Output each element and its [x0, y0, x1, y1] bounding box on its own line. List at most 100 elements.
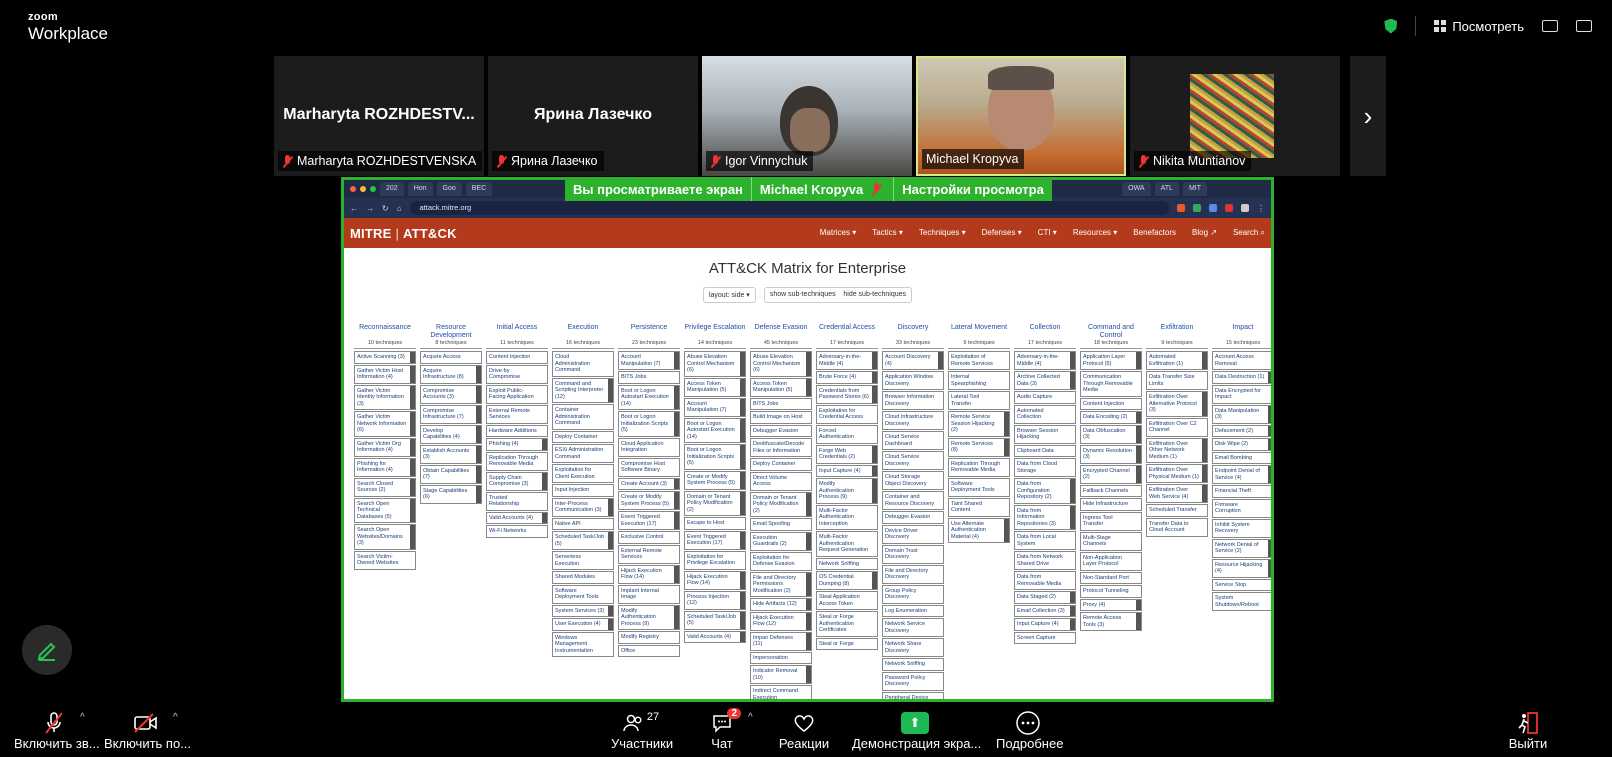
participant-name: Nikita Muntianov [1153, 154, 1246, 168]
technique-cell: Gather Victim Network Information (6) [354, 411, 416, 437]
view-button[interactable]: Посмотреть [1434, 19, 1524, 34]
technique-cell: Forge Web Credentials (2) [816, 444, 878, 464]
technique-cell: Abuse Elevation Control Mechanism (6) [750, 351, 812, 377]
technique-cell: Data Destruction (1) [1212, 371, 1271, 384]
presenter-name: Michael Kropyva [759, 181, 864, 197]
top-bar: zoom Workplace Посмотреть [0, 0, 1612, 52]
tactic-name: Execution [567, 324, 599, 331]
technique-cell: Stage Capabilities (6) [420, 484, 482, 504]
reactions-button-label: Реакции [778, 736, 830, 751]
technique-cell: Impair Defenses (11) [750, 631, 812, 651]
participant-video-tile[interactable]: Igor Vinnychuk [702, 56, 912, 176]
more-button[interactable]: Подробнее [996, 710, 1064, 751]
leave-button[interactable]: Выйти [1508, 710, 1548, 751]
more-button-label: Подробнее [996, 736, 1064, 751]
video-options-caret-icon[interactable]: ^ [173, 712, 178, 723]
nav-item: CTI ▾ [1037, 228, 1057, 237]
technique-cell: Disk Wipe (2) [1212, 438, 1271, 451]
technique-cell: Steal or Forge [816, 637, 878, 650]
mitre-logo: MITRE | ATT&CK [350, 226, 457, 241]
tactic-technique-count: 10 techniques [354, 340, 416, 349]
chat-button[interactable]: 2 Чат [707, 708, 741, 751]
technique-cell: Email Spoofing [750, 518, 812, 531]
share-screen-icon: ⬆ [901, 712, 929, 734]
technique-cell: Hijack Execution Flow (14) [684, 570, 746, 590]
technique-cell: Network Sniffing [816, 557, 878, 570]
nav-item: Benefactors [1133, 228, 1176, 237]
technique-cell: Steal or Forge Authentication Certificat… [816, 611, 878, 637]
view-options-button[interactable]: Настройки просмотра [894, 182, 1052, 197]
technique-cell: Transfer Data to Cloud Account [1146, 517, 1208, 537]
mic-muted-icon [45, 712, 63, 734]
tactic-name: Collection [1029, 324, 1061, 331]
share-banner: Вы просматриваете экран Michael Kropyva … [565, 177, 1052, 201]
technique-cell: Create or Modify System Process (5) [684, 470, 746, 490]
shared-screen[interactable]: 202 Hon Goo BEC OWA ATL MIT ← → ↻ ⌂ atta… [341, 177, 1274, 702]
technique-cell: Input Capture (4) [1014, 618, 1076, 631]
tactic-column: Discovery 33 techniques Account Discovery … [882, 324, 944, 699]
share-screen-button[interactable]: ⬆ Демонстрация экра... [852, 710, 981, 751]
technique-cell: Account Access Removal [1212, 351, 1271, 370]
participant-tile[interactable]: Marharyta ROZHDESTV... Marharyta ROZHDES… [274, 56, 484, 176]
technique-cell: Search Open Technical Databases (5) [354, 497, 416, 523]
browser-tab: Goo [436, 182, 462, 196]
mic-muted-icon [282, 154, 293, 168]
back-icon: ← [350, 203, 358, 213]
tactic-name: Impact [1232, 324, 1254, 331]
window-close-icon [350, 186, 356, 192]
avatar [1190, 74, 1274, 158]
technique-cell: Data from Local System [1014, 531, 1076, 550]
forward-icon: → [366, 203, 374, 213]
tactic-column: Reconnaissance 10 techniques Active Scanni… [354, 324, 416, 699]
technique-cell: Software Deployment Tools [552, 584, 614, 604]
technique-cell: Log Enumeration [882, 604, 944, 617]
tactic-column: Collection 17 techniques Adversary-in-the-… [1014, 324, 1076, 699]
tactic-column: Execution 16 techniques Cloud Administrati… [552, 324, 614, 699]
technique-cell: Data Encoding (2) [1080, 411, 1142, 424]
technique-cell: Browser Session Hijacking [1014, 424, 1076, 444]
tactic-technique-count: 45 techniques [750, 340, 812, 349]
technique-cell: Access Token Manipulation (5) [750, 377, 812, 397]
technique-cell: Data from Cloud Storage [1014, 458, 1076, 477]
technique-cell: Cloud Service Dashboard [882, 431, 944, 450]
technique-cell: Network Denial of Service (2) [1212, 538, 1271, 558]
technique-cell: Search Closed Sources (2) [354, 477, 416, 497]
chat-unread-badge: 2 [727, 708, 741, 719]
technique-cell: Event Triggered Execution (17) [618, 511, 680, 530]
technique-cell: Cloud Administration Command [552, 351, 614, 377]
technique-cell: Exploitation for Client Execution [552, 464, 614, 483]
participants-button[interactable]: 27 Участники [611, 710, 673, 751]
extension-icon [1241, 204, 1249, 212]
leave-button-label: Выйти [1508, 736, 1548, 751]
participant-name: Igor Vinnychuk [725, 154, 808, 168]
next-page-chevron-icon[interactable]: › [1350, 56, 1386, 176]
active-speaker-tile[interactable]: Michael Kropyva [916, 56, 1126, 176]
technique-cell: Data Staged (2) [1014, 591, 1076, 604]
picture-in-picture-icon[interactable] [1542, 20, 1558, 32]
nav-item: Search ⌕ [1232, 228, 1265, 237]
technique-cell: Non-Standard Port [1080, 571, 1142, 584]
fullscreen-icon[interactable] [1576, 20, 1592, 32]
technique-cell: Multi-Factor Authentication Interception [816, 504, 878, 530]
meeting-toolbar: Включить зв... ^ Включить по... ^ 27 Уча… [0, 704, 1612, 757]
audio-options-caret-icon[interactable]: ^ [80, 712, 85, 723]
participant-tile[interactable]: Nikita Muntianov [1130, 56, 1340, 176]
technique-cell: Scheduled Task/Job (5) [552, 531, 614, 550]
technique-cell: Multi-Factor Authentication Request Gene… [816, 531, 878, 557]
divider [1415, 16, 1417, 36]
participant-tile[interactable]: Ярина Лазечко Ярина Лазечко [488, 56, 698, 176]
chat-options-caret-icon[interactable]: ^ [748, 712, 753, 723]
browser-tab: OWA [1122, 182, 1151, 196]
technique-cell: Account Manipulation (7) [618, 351, 680, 370]
tactic-technique-count: 16 techniques [552, 340, 614, 349]
viewing-screen-label: Вы просматриваете экран [573, 181, 743, 197]
reactions-button[interactable]: Реакции [776, 710, 832, 751]
technique-cell: Steal Application Access Token [816, 591, 878, 610]
tactic-column: Impact 15 techniques Account Access Remova… [1212, 324, 1271, 699]
technique-cell: Credentials from Password Stores (6) [816, 384, 878, 404]
technique-cell: Scheduled Task/Job (5) [684, 610, 746, 630]
annotate-button[interactable] [22, 625, 72, 675]
security-shield-icon[interactable] [1384, 18, 1398, 34]
technique-cell: Abuse Elevation Control Mechanism (6) [684, 351, 746, 377]
technique-cell: Financial Theft [1212, 485, 1271, 498]
